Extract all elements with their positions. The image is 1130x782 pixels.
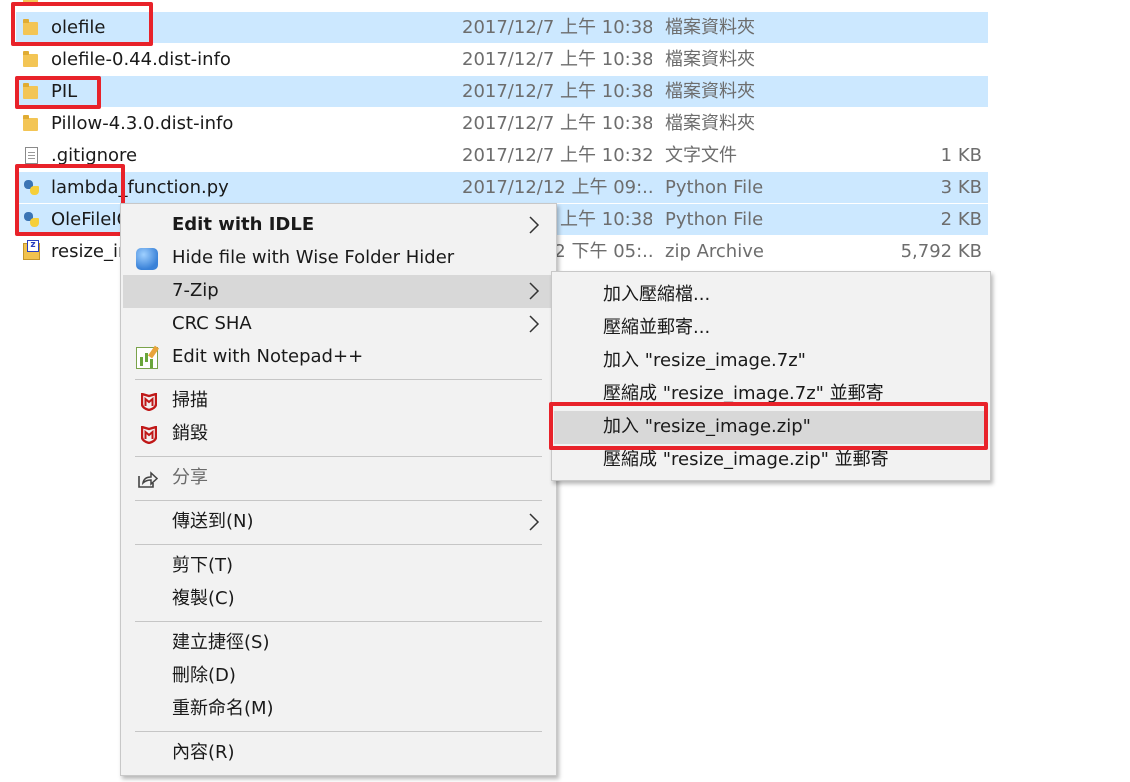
- file-type: 檔案資料夾: [665, 113, 755, 134]
- file-date: 2017/12/12 上午 09:...: [462, 177, 652, 198]
- menu-item-label: 掃描: [172, 390, 208, 411]
- submenu-item-label: 壓縮成 "resize_image.zip" 並郵寄: [603, 449, 889, 470]
- menu-item-notepad-plus-plus[interactable]: Edit with Notepad++: [123, 341, 554, 374]
- submenu-item-add-to-7z[interactable]: 加入 "resize_image.7z": [554, 345, 988, 378]
- annotation-box-add-to-zip: [549, 402, 988, 450]
- file-date: 2017/12/7 上午 10:38: [462, 49, 652, 70]
- file-row[interactable]: Pillow-4.3.0.dist-info 2017/12/7 上午 10:3…: [16, 108, 988, 139]
- menu-item-label: 複製(C): [172, 588, 235, 609]
- file-type: Python File: [665, 177, 764, 198]
- menu-item-send-to[interactable]: 傳送到(N): [123, 506, 554, 539]
- file-type: 檔案資料夾: [665, 81, 755, 102]
- file-type: 檔案資料夾: [665, 17, 755, 38]
- menu-item-create-shortcut[interactable]: 建立捷徑(S): [123, 627, 554, 660]
- file-size: 5,792 KB: [900, 241, 982, 262]
- menu-item-label: 刪除(D): [172, 665, 236, 686]
- menu-item-label: Edit with IDLE: [172, 214, 315, 235]
- menu-item-delete[interactable]: 刪除(D): [123, 660, 554, 693]
- menu-item-scan[interactable]: 掃描: [123, 385, 554, 418]
- zip-archive-icon: [23, 240, 40, 260]
- file-date: 2017/12/7 上午 10:38: [462, 81, 652, 102]
- file-row[interactable]: PIL 2017/12/7 上午 10:38 檔案資料夾: [16, 76, 988, 107]
- text-document-icon: [23, 147, 40, 164]
- annotation-box-pil: [15, 76, 101, 109]
- menu-item-label: 7-Zip: [172, 280, 219, 301]
- file-size: 2 KB: [940, 209, 982, 230]
- submenu-item-label: 加入壓縮檔...: [603, 284, 711, 305]
- file-date: 2017/12/7 上午 10:38: [462, 113, 652, 134]
- notepad-plus-plus-icon: [136, 347, 158, 369]
- menu-item-share[interactable]: 分享: [123, 462, 554, 495]
- submenu-item-add-to-archive[interactable]: 加入壓縮檔...: [554, 279, 988, 312]
- file-type: Python File: [665, 209, 764, 230]
- menu-item-properties[interactable]: 內容(R): [123, 737, 554, 770]
- annotation-box-python-files: [15, 164, 125, 236]
- file-row[interactable]: olefile 2017/12/7 上午 10:38 檔案資料夾: [16, 12, 988, 43]
- menu-item-label: CRC SHA: [172, 313, 252, 334]
- menu-item-crc-sha[interactable]: CRC SHA: [123, 308, 554, 341]
- share-icon: [138, 471, 158, 488]
- menu-item-edit-with-idle[interactable]: Edit with IDLE: [123, 209, 554, 242]
- mcafee-shield-icon: [141, 393, 157, 411]
- chevron-right-icon: [529, 315, 540, 333]
- file-type: 文字文件: [665, 145, 737, 166]
- menu-item-7zip[interactable]: 7-Zip: [123, 275, 554, 308]
- menu-separator: [135, 544, 542, 545]
- menu-item-label: 建立捷徑(S): [172, 632, 270, 653]
- menu-item-label: 分享: [172, 467, 208, 488]
- file-date: 2017/12/7 上午 10:32: [462, 145, 652, 166]
- menu-item-label: Hide file with Wise Folder Hider: [172, 247, 455, 268]
- file-size: 3 KB: [940, 177, 982, 198]
- submenu-item-label: 加入 "resize_image.7z": [603, 350, 806, 371]
- menu-item-rename[interactable]: 重新命名(M): [123, 693, 554, 726]
- chevron-right-icon: [529, 513, 540, 531]
- file-type: zip Archive: [665, 241, 764, 262]
- menu-item-label: Edit with Notepad++: [172, 346, 364, 367]
- chevron-right-icon: [529, 282, 540, 300]
- menu-item-wise-folder-hider[interactable]: Hide file with Wise Folder Hider: [123, 242, 554, 275]
- menu-separator: [135, 621, 542, 622]
- submenu-item-compress-and-email[interactable]: 壓縮並郵寄...: [554, 312, 988, 345]
- submenu-item-label: 壓縮並郵寄...: [603, 317, 711, 338]
- context-menu: Edit with IDLE Hide file with Wise Folde…: [120, 203, 557, 776]
- menu-separator: [135, 500, 542, 501]
- file-row[interactable]: lambda_function.py 2017/12/12 上午 09:... …: [16, 172, 988, 203]
- mcafee-shield-icon: [141, 426, 157, 444]
- menu-separator: [135, 379, 542, 380]
- menu-item-label: 傳送到(N): [172, 511, 254, 532]
- menu-item-label: 重新命名(M): [172, 698, 274, 719]
- file-row[interactable]: .gitignore 2017/12/7 上午 10:32 文字文件 1 KB: [16, 140, 988, 171]
- menu-item-cut[interactable]: 剪下(T): [123, 550, 554, 583]
- folder-icon: [23, 51, 40, 68]
- menu-item-copy[interactable]: 複製(C): [123, 583, 554, 616]
- file-date: 2017/12/7 上午 10:38: [462, 17, 652, 38]
- menu-item-label: 剪下(T): [172, 555, 234, 576]
- chevron-right-icon: [529, 216, 540, 234]
- menu-separator: [135, 731, 542, 732]
- wise-folder-hider-icon: [136, 248, 158, 270]
- file-row[interactable]: olefile-0.44.dist-info 2017/12/7 上午 10:3…: [16, 44, 988, 75]
- menu-item-label: 銷毀: [172, 423, 208, 444]
- annotation-box-olefile: [11, 2, 153, 46]
- file-size: 1 KB: [940, 145, 982, 166]
- folder-icon: [23, 115, 40, 132]
- menu-item-label: 內容(R): [172, 742, 235, 763]
- menu-separator: [135, 456, 542, 457]
- menu-item-shred[interactable]: 銷毀: [123, 418, 554, 451]
- file-type: 檔案資料夾: [665, 49, 755, 70]
